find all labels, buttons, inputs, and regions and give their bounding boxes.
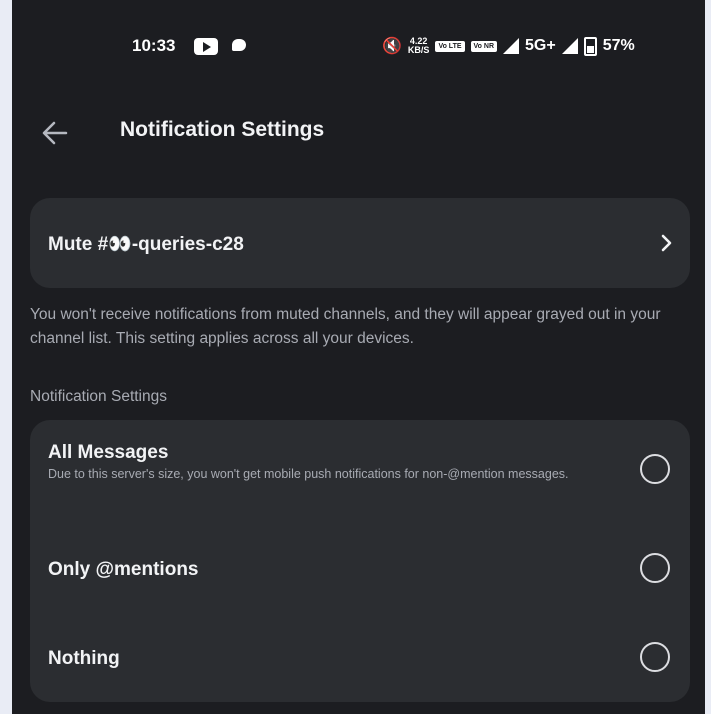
option-only-mentions[interactable]: Only @mentions <box>30 524 690 612</box>
battery-percent: 57% <box>602 37 635 54</box>
battery-icon <box>583 36 597 56</box>
signal-icon <box>503 38 519 54</box>
option-nothing[interactable]: Nothing <box>30 612 690 702</box>
option-title: All Messages <box>48 442 169 463</box>
radio-only-mentions[interactable] <box>640 553 670 583</box>
mute-description: You won't receive notifications from mut… <box>30 306 661 347</box>
status-time: 10:33 <box>132 36 176 55</box>
mute-icon: 🔇 <box>382 38 402 55</box>
signal-icon-2 <box>561 38 578 54</box>
notification-options: All Messages Due to this server's size, … <box>30 420 690 702</box>
network-speed-unit: KB/S <box>407 45 430 55</box>
chat-bubble-icon <box>232 39 246 51</box>
notification-section-label: Notification Settings <box>30 388 167 405</box>
sim2-vonr-tag: Vo NR <box>470 40 497 52</box>
option-subtitle: Due to this server's size, you won't get… <box>48 467 569 481</box>
status-indicators: 🔇 4.22 KB/S Vo LTE Vo NR 5G+ 57% <box>382 34 635 58</box>
radio-all-messages[interactable] <box>640 454 670 484</box>
mute-channel-button[interactable]: Mute #👀-queries-c28 <box>30 198 690 288</box>
option-title: Nothing <box>48 648 120 669</box>
mute-channel-label: Mute #👀-queries-c28 <box>48 234 244 255</box>
back-arrow-icon[interactable] <box>40 118 70 148</box>
phone-screen: 10:33 🔇 4.22 KB/S Vo LTE Vo NR 5G+ 57% N… <box>12 0 705 714</box>
sim1-volte-tag: Vo LTE <box>435 40 465 52</box>
page-title: Notification Settings <box>120 118 325 141</box>
status-bar: 10:33 🔇 4.22 KB/S Vo LTE Vo NR 5G+ 57% <box>12 30 705 62</box>
chevron-right-icon <box>661 234 672 252</box>
radio-nothing[interactable] <box>640 642 670 672</box>
youtube-icon <box>194 38 218 55</box>
network-speed: 4.22 KB/S <box>408 37 430 55</box>
option-all-messages[interactable]: All Messages Due to this server's size, … <box>30 420 690 524</box>
option-title: Only @mentions <box>48 559 199 580</box>
network-type: 5G+ <box>525 37 556 54</box>
